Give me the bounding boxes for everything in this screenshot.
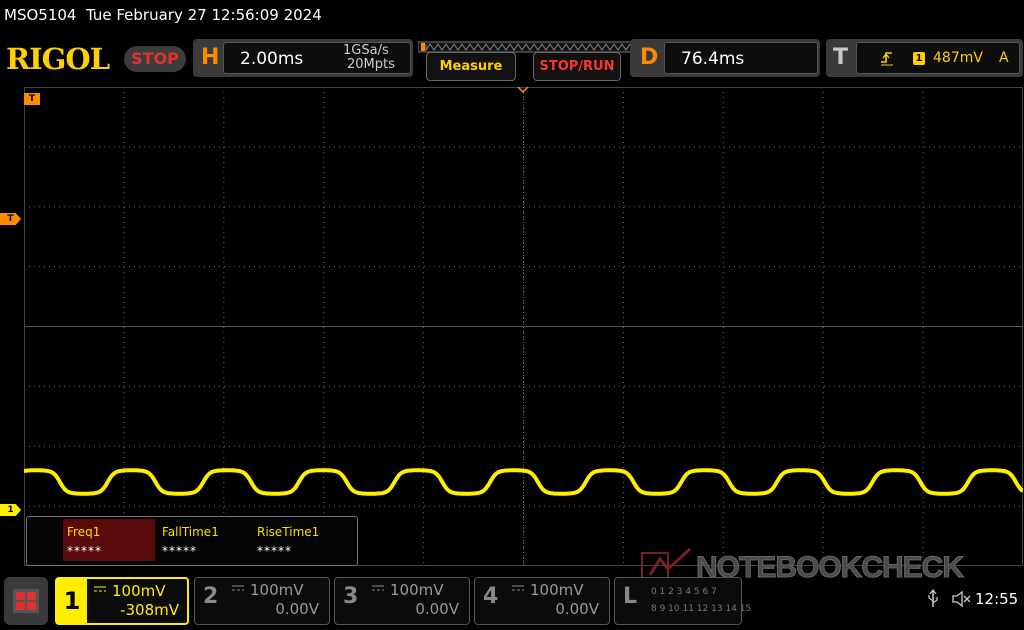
- channel-1-number: 1: [57, 579, 87, 623]
- channel-4-scale: 100mV: [530, 581, 584, 599]
- channel-4-number: 4: [483, 584, 499, 609]
- rigol-logo: RIGOL: [6, 42, 110, 76]
- channel1-offset-marker-label: 1: [7, 505, 14, 515]
- channel-1-offset: -308mV: [120, 601, 179, 619]
- memory-overview: [417, 38, 635, 53]
- channel-1-box[interactable]: 1 100mV -308mV: [55, 577, 189, 625]
- logic-bits-high: 8 9 10 11 12 13 14 15: [651, 604, 752, 614]
- trigger-position-marker[interactable]: T: [24, 93, 40, 105]
- channel-3-offset: 0.00V: [415, 600, 459, 618]
- timebase-value: 2.00ms: [240, 49, 304, 69]
- trigger-time-caret: [517, 86, 529, 94]
- measurement-falltime[interactable]: FallTime1 *****: [158, 519, 250, 561]
- horizontal-panel[interactable]: H 2.00ms 1GSa/s 20Mpts: [193, 39, 413, 77]
- graticule: [23, 87, 1024, 566]
- trigger-position-marker-label: T: [28, 94, 36, 104]
- channel-2-scale: 100mV: [250, 581, 304, 599]
- logic-label: L: [623, 584, 638, 609]
- dc-coupling-icon: [372, 585, 384, 591]
- measurement-freq[interactable]: Freq1 *****: [63, 519, 155, 561]
- measurement-label: RiseTime1: [257, 525, 320, 539]
- trigger-level-marker-label: T: [7, 214, 14, 224]
- trigger-edge-icon: [881, 52, 893, 66]
- trigger-source: 1: [913, 52, 925, 65]
- run-state-badge[interactable]: STOP: [124, 46, 186, 72]
- trigger-label: T: [833, 45, 849, 70]
- channel-3-number: 3: [343, 584, 359, 609]
- measurement-label: FallTime1: [162, 525, 219, 539]
- dc-coupling-icon: [232, 585, 244, 591]
- mute-speaker-icon[interactable]: [951, 590, 971, 608]
- stop-run-button[interactable]: STOP/RUN: [533, 52, 621, 81]
- measure-button[interactable]: Measure: [426, 52, 516, 81]
- measurement-value: *****: [162, 544, 197, 558]
- system-clock: 12:55: [975, 590, 1019, 608]
- measurement-risetime[interactable]: RiseTime1 *****: [253, 519, 345, 561]
- measurement-label: Freq1: [67, 525, 101, 539]
- status-bar: MSO5104 Tue February 27 12:56:09 2024: [4, 6, 322, 24]
- channel-3-scale: 100mV: [390, 581, 444, 599]
- channel-2-box[interactable]: 2 100mV 0.00V: [194, 577, 330, 625]
- channel-4-offset: 0.00V: [555, 600, 599, 618]
- delay-panel[interactable]: D 76.4ms: [630, 39, 820, 77]
- measurement-panel: Freq1 ***** FallTime1 ***** RiseTime1 **…: [26, 516, 358, 566]
- channel-4-box[interactable]: 4 100mV 0.00V: [474, 577, 610, 625]
- measurement-value: *****: [257, 544, 292, 558]
- waveform-display[interactable]: [23, 87, 1024, 566]
- horizontal-label: H: [201, 45, 220, 70]
- channel1-offset-marker[interactable]: 1: [0, 504, 21, 516]
- menu-button[interactable]: [4, 577, 48, 625]
- channel-2-offset: 0.00V: [275, 600, 319, 618]
- delay-label: D: [640, 45, 659, 70]
- channel-2-number: 2: [203, 584, 219, 609]
- channel-3-box[interactable]: 3 100mV 0.00V: [334, 577, 470, 625]
- trigger-level-marker[interactable]: T: [0, 213, 21, 225]
- measurement-value: *****: [67, 544, 102, 558]
- trigger-mode: A: [999, 50, 1009, 66]
- dc-coupling-icon: [94, 586, 106, 592]
- trigger-level: 487mV: [933, 50, 983, 66]
- delay-value: 76.4ms: [681, 49, 745, 69]
- usb-icon: [928, 589, 938, 607]
- sample-rate: 1GSa/s: [343, 43, 389, 58]
- trigger-panel[interactable]: T 1 487mV A: [826, 39, 1023, 77]
- grid-menu-icon: [13, 589, 39, 613]
- logic-bits-low: 0 1 2 3 4 5 6 7: [651, 587, 717, 597]
- logic-channel-box[interactable]: L 0 1 2 3 4 5 6 7 8 9 10 11 12 13 14 15: [614, 577, 751, 625]
- dc-coupling-icon: [512, 585, 524, 591]
- channel-1-scale: 100mV: [112, 582, 166, 600]
- memory-depth: 20Mpts: [347, 57, 395, 72]
